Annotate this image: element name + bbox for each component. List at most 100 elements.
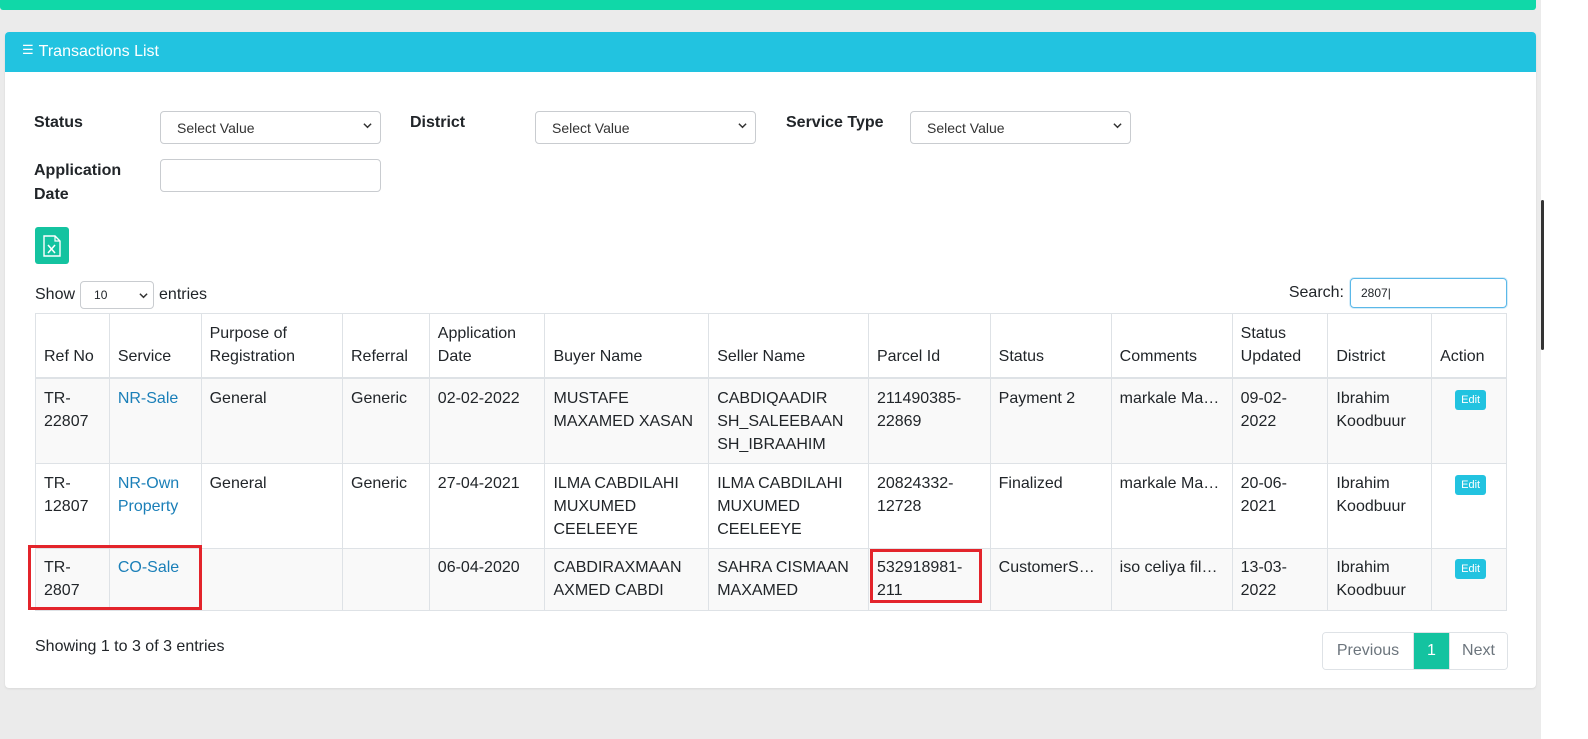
cell-status: Finalized — [989, 462, 1112, 549]
cell-referral — [342, 547, 430, 611]
right-edge — [1541, 0, 1588, 739]
cell-status-updated: 13-03-2022 — [1231, 547, 1329, 611]
page-length-select[interactable]: 10 — [80, 281, 155, 309]
card-title: Transactions List — [38, 43, 159, 60]
status-text: CustomerSer... — [998, 558, 1103, 576]
col-status-updated[interactable]: Status Updated — [1231, 313, 1329, 379]
cell-action: Edit — [1431, 547, 1507, 611]
scroll-indicator — [1541, 200, 1544, 350]
status-select[interactable]: Select Value — [160, 111, 381, 144]
page-1-button[interactable]: 1 — [1414, 633, 1449, 669]
cell-action: Edit — [1431, 462, 1507, 549]
cell-purpose: General — [200, 377, 344, 464]
col-district[interactable]: District — [1327, 313, 1433, 379]
col-application-date[interactable]: Application Date — [428, 313, 546, 379]
chevron-down-icon — [1113, 123, 1122, 129]
chevron-down-icon — [363, 123, 372, 129]
list-icon: ☰ — [22, 42, 34, 57]
search-control: Search: 2807| — [1289, 278, 1507, 308]
edit-button[interactable]: Edit — [1455, 474, 1487, 495]
cell-buyer-name: CABDIRAXMAAN AXMED CABDI — [544, 547, 710, 611]
col-ref-no[interactable]: Ref No — [35, 313, 110, 379]
cell-seller-name: ILMA CABDILAHI MUXUMED CEELEEYE — [708, 462, 869, 549]
cell-application-date: 02-02-2022 — [428, 377, 546, 464]
service-type-select-value: Select Value — [927, 119, 1005, 136]
cell-district: Ibrahim Koodbuur — [1327, 547, 1433, 611]
cell-status-updated: 20-06-2021 — [1231, 462, 1329, 549]
col-buyer-name[interactable]: Buyer Name — [544, 313, 710, 379]
cell-status: CustomerSer... — [989, 547, 1112, 611]
application-date-input[interactable] — [160, 159, 381, 192]
cell-referral: Generic — [342, 377, 430, 464]
cell-buyer-name: ILMA CABDILAHI MUXUMED CEELEEYE — [544, 462, 710, 549]
cell-application-date: 06-04-2020 — [428, 547, 546, 611]
comments-text: iso celiya file... — [1119, 558, 1224, 576]
top-accent-bar — [0, 0, 1536, 10]
col-referral[interactable]: Referral — [342, 313, 430, 379]
page-length-value: 10 — [94, 288, 108, 302]
col-parcel-id[interactable]: Parcel Id — [867, 313, 991, 379]
cell-buyer-name: MUSTAFE MAXAMED XASAN — [544, 377, 710, 464]
status-select-value: Select Value — [177, 119, 255, 136]
search-label: Search: — [1288, 284, 1344, 301]
highlight-box-ref-service — [28, 545, 202, 610]
edit-button[interactable]: Edit — [1455, 558, 1487, 579]
cell-seller-name: CABDIQAADIR SH_SALEEBAAN SH_IBRAAHIM — [708, 377, 869, 464]
cell-comments: markale Mac... — [1110, 377, 1233, 464]
excel-export-button[interactable] — [35, 227, 69, 264]
table-info: Showing 1 to 3 of 3 entries — [35, 638, 225, 655]
cell-service-link[interactable]: NR-Own Property — [108, 462, 202, 549]
chevron-down-icon — [139, 293, 148, 299]
table-header-row: Ref No Service Purpose of Registration R… — [35, 313, 1507, 379]
search-input[interactable]: 2807| — [1350, 278, 1507, 308]
cell-purpose — [200, 547, 344, 611]
next-page-button[interactable]: Next — [1449, 633, 1507, 669]
application-date-label-line1: Application — [34, 162, 122, 179]
previous-page-button[interactable]: Previous — [1323, 633, 1414, 669]
cell-parcel-id: 211490385-22869 — [867, 377, 991, 464]
district-filter-label: District — [410, 114, 466, 131]
district-select-value: Select Value — [552, 119, 630, 136]
cell-referral: Generic — [342, 462, 430, 549]
edit-button[interactable]: Edit — [1455, 390, 1487, 410]
status-filter-label: Status — [34, 114, 83, 131]
transactions-card: ☰ Transactions List Status Select Value … — [5, 32, 1536, 688]
cell-comments: iso celiya file... — [1110, 547, 1233, 611]
cell-ref-no: TR-22807 — [35, 377, 110, 464]
page-length-control: Show 10 entries — [35, 280, 207, 310]
service-type-select[interactable]: Select Value — [910, 111, 1131, 144]
show-label: Show — [35, 286, 76, 303]
col-status[interactable]: Status — [989, 313, 1112, 379]
application-date-label: Application Date — [34, 159, 121, 207]
cell-district: Ibrahim Koodbuur — [1327, 462, 1433, 549]
table-row: TR-12807 NR-Own Property General Generic… — [35, 462, 1507, 549]
excel-export-icon — [43, 234, 61, 257]
cell-action: Edit — [1431, 377, 1507, 464]
cell-ref-no: TR-12807 — [35, 462, 110, 549]
col-action[interactable]: Action — [1431, 313, 1507, 379]
card-header: ☰ Transactions List — [5, 32, 1536, 72]
table-row: TR-22807 NR-Sale General Generic 02-02-2… — [35, 377, 1507, 464]
cell-service-link[interactable]: NR-Sale — [108, 377, 202, 464]
col-purpose[interactable]: Purpose of Registration — [200, 313, 344, 379]
cell-seller-name: SAHRA CISMAAN MAXAMED — [708, 547, 869, 611]
cell-purpose: General — [200, 462, 344, 549]
comments-text: markale Mac... — [1119, 474, 1224, 492]
col-comments[interactable]: Comments — [1110, 313, 1233, 379]
col-service[interactable]: Service — [108, 313, 202, 379]
entries-label: entries — [159, 286, 208, 303]
cell-status: Payment 2 — [989, 377, 1112, 464]
cell-parcel-id: 20824332-12728 — [867, 462, 991, 549]
pagination: Previous 1 Next — [1322, 632, 1508, 670]
cell-district: Ibrahim Koodbuur — [1327, 377, 1433, 464]
transactions-table: Ref No Service Purpose of Registration R… — [35, 313, 1507, 611]
district-select[interactable]: Select Value — [535, 111, 756, 144]
cell-application-date: 27-04-2021 — [428, 462, 546, 549]
highlight-box-parcel-id — [870, 549, 982, 603]
comments-text: markale Mac... — [1119, 390, 1224, 407]
col-seller-name[interactable]: Seller Name — [708, 313, 869, 379]
application-date-label-line2: Date — [34, 186, 69, 203]
cell-comments: markale Mac... — [1110, 462, 1233, 549]
service-type-filter-label: Service Type — [786, 114, 884, 131]
cell-status-updated: 09-02-2022 — [1231, 377, 1329, 464]
